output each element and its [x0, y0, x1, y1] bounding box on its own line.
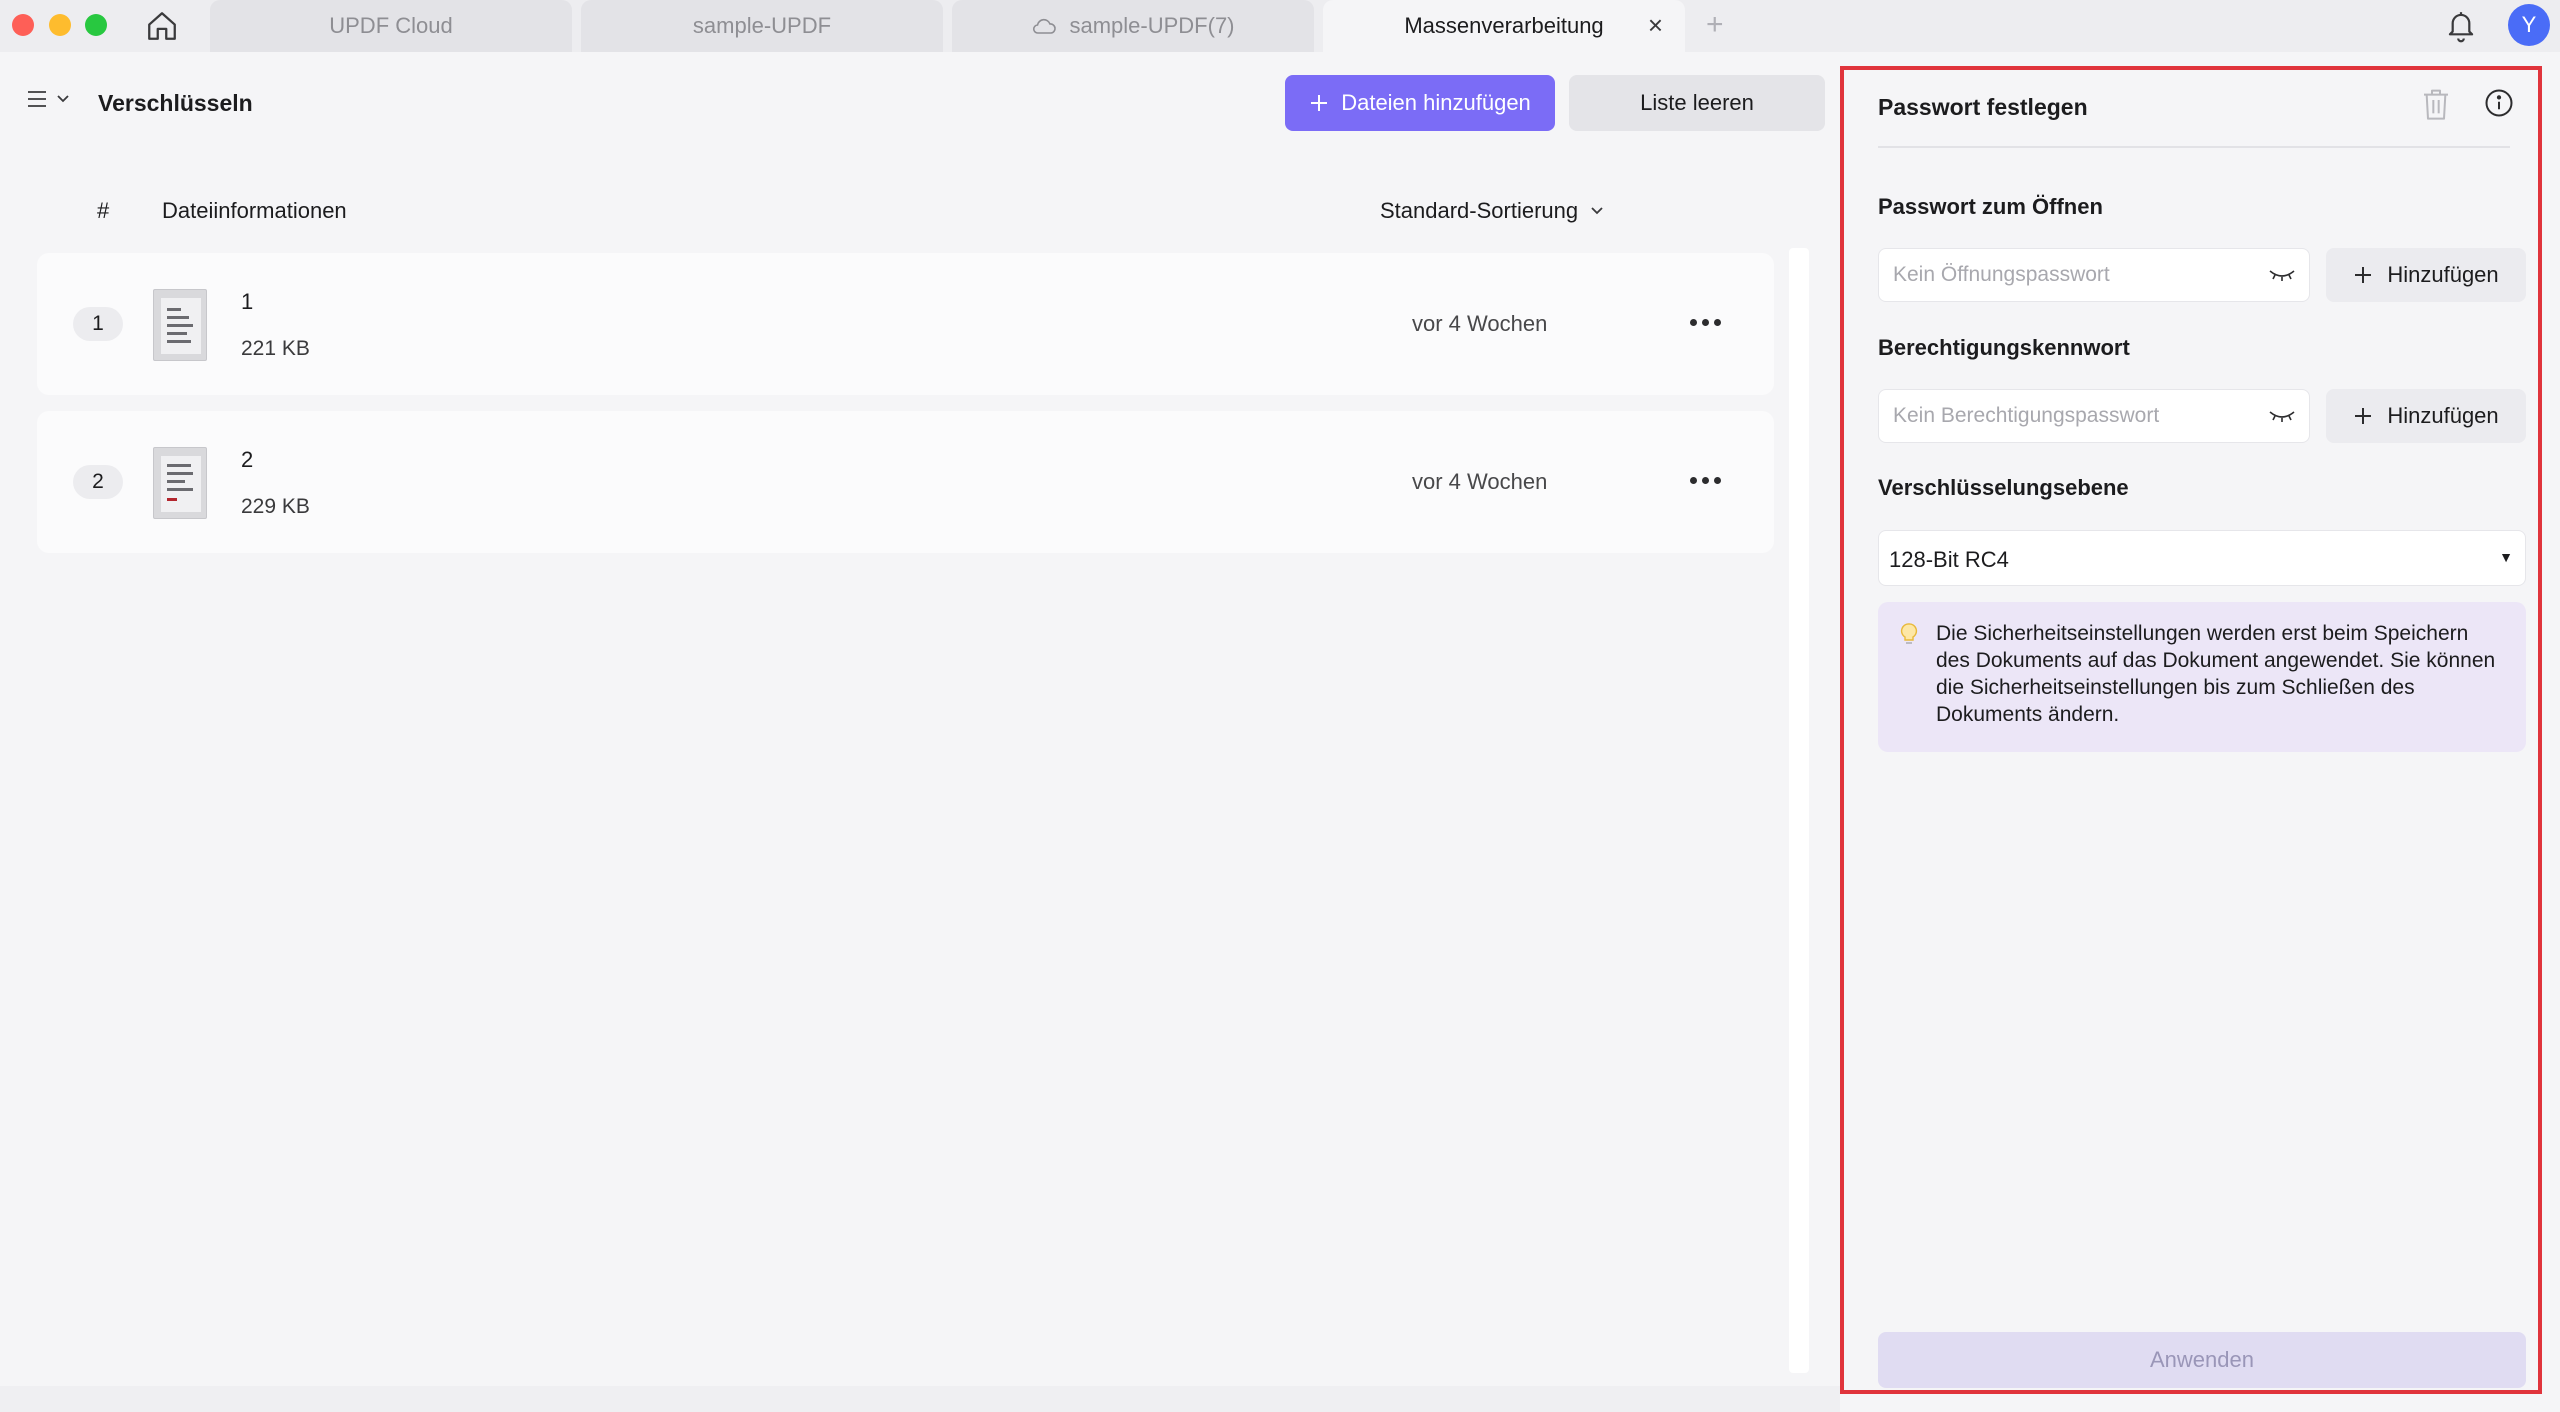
- file-thumbnail: [153, 289, 207, 361]
- apply-label: Anwenden: [2150, 1347, 2254, 1372]
- new-tab-button[interactable]: +: [1706, 8, 1724, 42]
- dot: [1701, 476, 1709, 484]
- dot: [1701, 318, 1709, 326]
- plus-icon: [1311, 95, 1328, 111]
- bell-icon: [2448, 12, 2474, 43]
- minimize-window-button[interactable]: [49, 14, 71, 36]
- add-permission-password-button[interactable]: Hinzufügen: [2326, 389, 2526, 443]
- clear-list-label: Liste leeren: [1640, 90, 1754, 115]
- tab-label: sample-UPDF(7): [1069, 13, 1235, 38]
- trash-icon: [2424, 89, 2448, 120]
- plus-icon: [2355, 408, 2372, 424]
- permission-password-label: Berechtigungskennwort: [1878, 335, 2130, 360]
- notification-button[interactable]: [2444, 8, 2478, 49]
- file-row[interactable]: 2 2 229 KB vor 4 Wochen: [37, 411, 1774, 553]
- zoom-window-button[interactable]: [85, 14, 107, 36]
- row-index: 2: [73, 465, 123, 499]
- file-row[interactable]: 1 1 221 KB vor 4 Wochen: [37, 253, 1774, 395]
- add-label: Hinzufügen: [2387, 403, 2499, 428]
- apply-button[interactable]: Anwenden: [1878, 1332, 2526, 1388]
- plus-icon: [2355, 267, 2372, 283]
- add-files-button[interactable]: Dateien hinzufügen: [1285, 75, 1555, 131]
- permission-password-field[interactable]: [1878, 389, 2310, 443]
- security-note-text: Die Sicherheitseinstellungen werden erst…: [1936, 622, 2496, 726]
- file-size: 229 KB: [241, 495, 310, 518]
- permission-password-input[interactable]: [1893, 390, 2253, 442]
- lightbulb-icon: [1898, 622, 1920, 653]
- file-name: 1: [241, 289, 254, 314]
- file-thumbnail: [153, 447, 207, 519]
- panel-divider: [1878, 146, 2510, 148]
- file-date: vor 4 Wochen: [1412, 311, 1548, 336]
- clear-list-button[interactable]: Liste leeren: [1569, 75, 1825, 131]
- open-password-input[interactable]: [1893, 249, 2253, 301]
- info-icon: [2485, 89, 2513, 117]
- add-label: Hinzufügen: [2387, 262, 2499, 287]
- password-settings-panel: Passwort festlegen Passwort zum Öffnen H: [1840, 66, 2542, 1394]
- file-name: 2: [241, 447, 254, 472]
- close-tab-icon[interactable]: ×: [1648, 12, 1663, 38]
- menu-icon: [28, 91, 46, 107]
- page-title: Verschlüsseln: [98, 90, 253, 116]
- security-note: Die Sicherheitseinstellungen werden erst…: [1878, 602, 2526, 752]
- sidebar-menu-button[interactable]: [26, 88, 70, 110]
- home-button[interactable]: [142, 6, 182, 46]
- tab-label: Massenverarbeitung: [1404, 13, 1604, 38]
- more-options-button[interactable]: [1685, 463, 1725, 497]
- encryption-level-value: 128-Bit RC4: [1889, 547, 2009, 572]
- dot: [1713, 318, 1721, 326]
- tab-sample-updf[interactable]: sample-UPDF: [581, 0, 943, 52]
- home-icon: [148, 12, 176, 40]
- delete-button[interactable]: [2420, 86, 2452, 127]
- add-files-label: Dateien hinzufügen: [1341, 90, 1531, 115]
- dot: [1689, 318, 1697, 326]
- eye-closed-icon[interactable]: [2267, 264, 2297, 291]
- tab-massenverarbeitung[interactable]: Massenverarbeitung ×: [1323, 0, 1685, 52]
- bottom-strip: [0, 1386, 1840, 1412]
- open-password-field[interactable]: [1878, 248, 2310, 302]
- sort-label: Standard-Sortierung: [1380, 198, 1579, 223]
- add-open-password-button[interactable]: Hinzufügen: [2326, 248, 2526, 302]
- dot: [1713, 476, 1721, 484]
- close-window-button[interactable]: [12, 14, 34, 36]
- tab-sample-updf-7[interactable]: sample-UPDF(7): [952, 0, 1314, 52]
- eye-closed-icon[interactable]: [2267, 405, 2297, 432]
- encryption-level-label: Verschlüsselungsebene: [1878, 475, 2129, 500]
- tab-updf-cloud[interactable]: UPDF Cloud: [210, 0, 572, 52]
- cloud-icon: [1031, 16, 1057, 36]
- dot: [1689, 476, 1697, 484]
- chevron-down-icon: [57, 95, 69, 103]
- file-size: 221 KB: [241, 337, 310, 360]
- title-bar: UPDF Cloud sample-UPDF sample-UPDF(7) Ma…: [0, 0, 2560, 52]
- info-button[interactable]: [2484, 88, 2514, 123]
- sort-dropdown[interactable]: Standard-Sortierung: [1380, 198, 1604, 224]
- caret-down-icon: ▼: [2499, 549, 2513, 565]
- encryption-level-select[interactable]: 128-Bit RC4 ▼: [1878, 530, 2526, 586]
- column-header-file-info: Dateiinformationen: [162, 198, 347, 223]
- tab-label: UPDF Cloud: [329, 13, 453, 38]
- column-header-number: #: [97, 198, 110, 223]
- row-index: 1: [73, 307, 123, 341]
- list-scrollbar[interactable]: [1789, 248, 1809, 1373]
- panel-title: Passwort festlegen: [1878, 94, 2088, 120]
- tab-label: sample-UPDF: [692, 13, 832, 38]
- chevron-down-icon: [1591, 207, 1603, 215]
- user-avatar[interactable]: Y: [2508, 4, 2550, 46]
- file-date: vor 4 Wochen: [1412, 469, 1548, 494]
- open-password-label: Passwort zum Öffnen: [1878, 194, 2103, 219]
- more-options-button[interactable]: [1685, 305, 1725, 339]
